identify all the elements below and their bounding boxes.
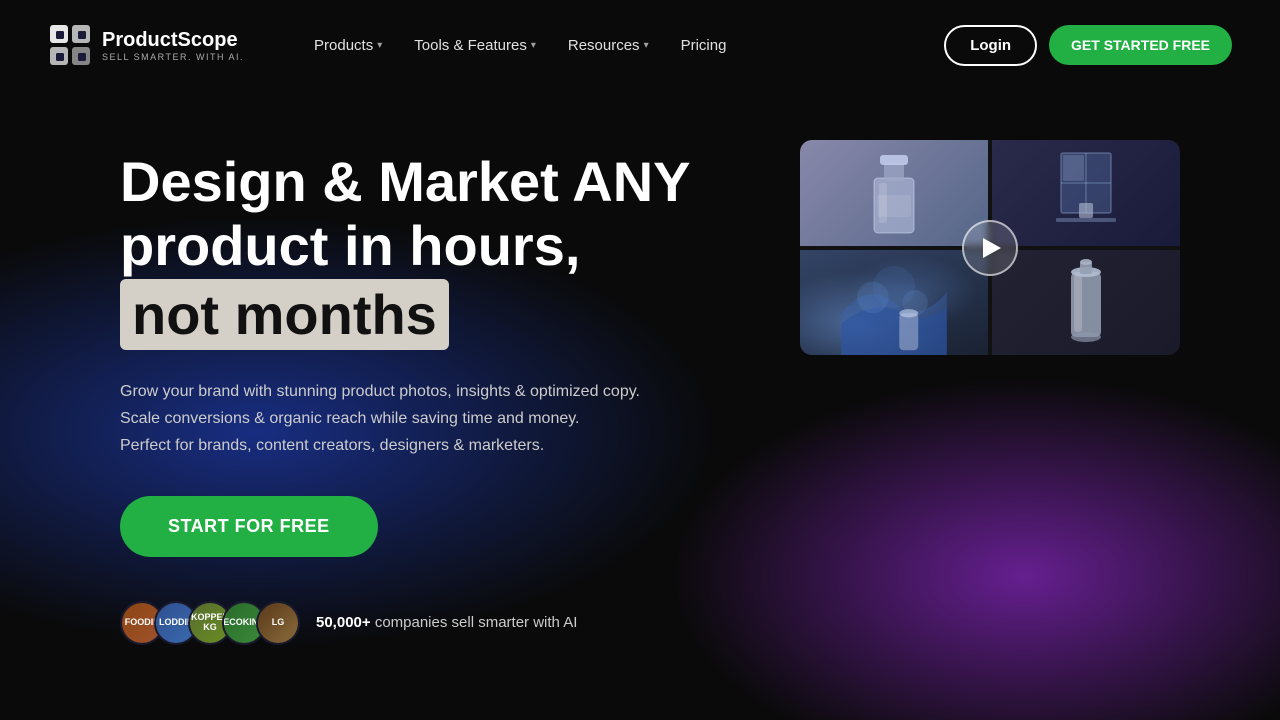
hero-left: Design & Market ANY product in hours, no… (120, 130, 740, 645)
nav-links: Products ▾ Tools & Features ▾ Resources … (300, 29, 912, 62)
logo-link[interactable]: ProductScope SELL SMARTER. WITH AI. (48, 23, 244, 67)
nav-products[interactable]: Products ▾ (300, 29, 396, 62)
nav-pricing[interactable]: Pricing (667, 29, 741, 62)
hero-highlight: not months (120, 279, 449, 350)
brand-name: ProductScope (102, 28, 244, 52)
avatar: LG (256, 601, 300, 645)
nav-resources[interactable]: Resources ▾ (554, 29, 663, 62)
smoke-effect-icon (800, 250, 988, 356)
video-cell-4-content (992, 250, 1180, 356)
video-cell-2-content (992, 140, 1180, 246)
navigation: ProductScope SELL SMARTER. WITH AI. Prod… (0, 0, 1280, 90)
video-cell-3 (800, 250, 988, 356)
hero-desc-line3: Perfect for brands, content creators, de… (120, 437, 544, 454)
video-play-button[interactable] (962, 220, 1018, 276)
social-proof-text: 50,000+ companies sell smarter with AI (316, 614, 577, 631)
login-button[interactable]: Login (944, 25, 1037, 66)
product-scene-icon (1051, 148, 1121, 238)
video-cell-3-content (800, 250, 988, 356)
hero-title: Design & Market ANY product in hours, no… (120, 150, 740, 350)
brand-tagline: SELL SMARTER. WITH AI. (102, 52, 244, 62)
cylinder-bottle-icon (1056, 252, 1116, 352)
hero-right (800, 130, 1190, 355)
tools-chevron-icon: ▾ (531, 40, 536, 51)
hero-title-line2: product in hours, (120, 214, 580, 277)
nav-tools[interactable]: Tools & Features ▾ (400, 29, 550, 62)
social-proof: FOODIE LODDIE KOPPER KG ECOKIND (120, 601, 740, 645)
perfume-bottle-1-icon (854, 143, 934, 243)
video-cell-4 (992, 250, 1180, 356)
hero-desc-line1: Grow your brand with stunning product ph… (120, 383, 640, 400)
video-cell-1 (800, 140, 988, 246)
hero-desc-line2: Scale conversions & organic reach while … (120, 410, 580, 427)
social-proof-count: 50,000+ (316, 614, 371, 631)
avatar-group: FOODIE LODDIE KOPPER KG ECOKIND (120, 601, 300, 645)
nav-actions: Login GET STARTED FREE (944, 25, 1232, 66)
video-cell-1-content (800, 140, 988, 246)
video-grid (800, 140, 1180, 355)
get-started-button[interactable]: GET STARTED FREE (1049, 25, 1232, 65)
resources-chevron-icon: ▾ (644, 40, 649, 51)
social-proof-label: companies sell smarter with AI (375, 614, 578, 631)
hero-description: Grow your brand with stunning product ph… (120, 378, 660, 460)
video-cell-2 (992, 140, 1180, 246)
play-icon (983, 238, 1001, 258)
hero-title-line1: Design & Market ANY (120, 150, 691, 213)
hero-section: Design & Market ANY product in hours, no… (0, 90, 1280, 670)
products-chevron-icon: ▾ (377, 40, 382, 51)
logo-icon (48, 23, 92, 67)
start-free-button[interactable]: START FOR FREE (120, 496, 378, 557)
